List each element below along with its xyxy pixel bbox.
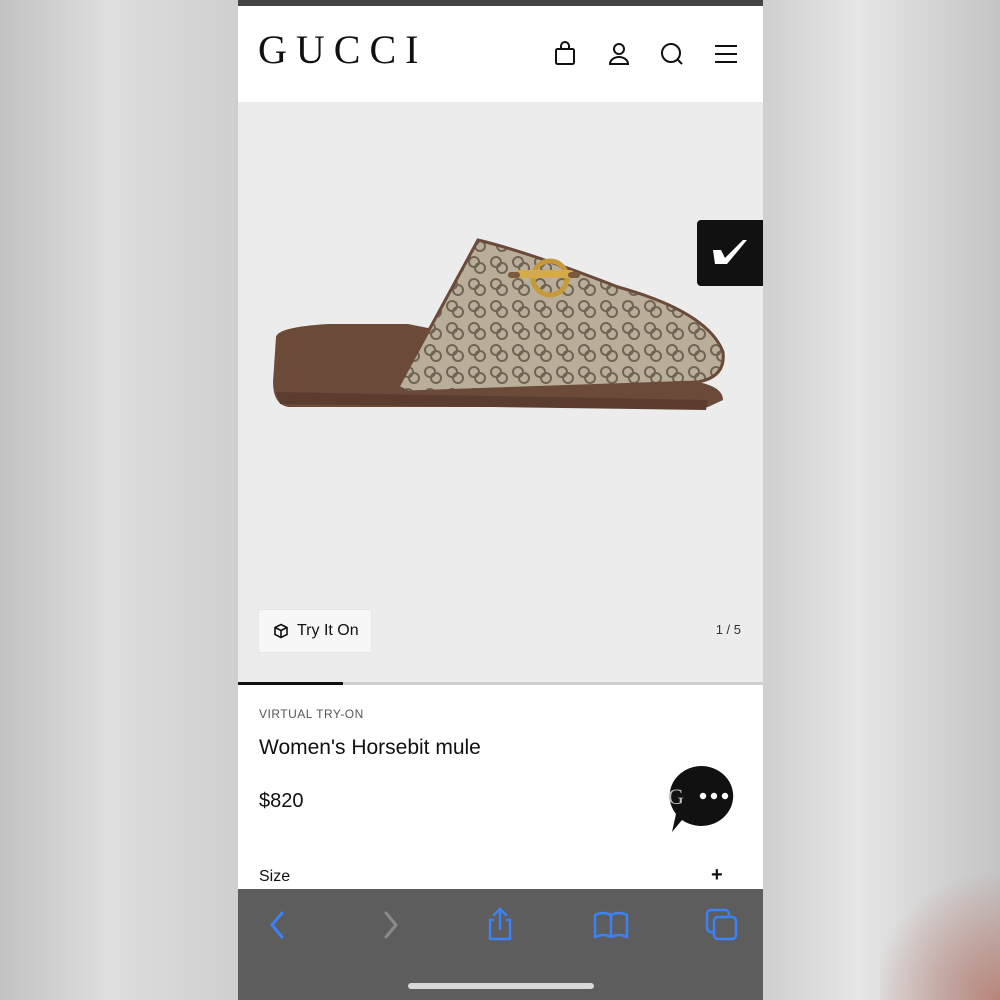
search-icon[interactable] — [658, 40, 686, 68]
size-expand-icon[interactable]: + — [711, 864, 723, 887]
image-counter: 1 / 5 — [715, 622, 741, 637]
background-right — [763, 0, 1000, 1000]
menu-icon[interactable] — [712, 40, 740, 68]
size-label[interactable]: Size — [259, 868, 290, 886]
browser-toolbar — [238, 889, 763, 1000]
try-it-on-button[interactable]: Try It On — [259, 610, 371, 652]
share-icon[interactable] — [480, 905, 520, 945]
shopping-bag-icon[interactable] — [551, 40, 579, 68]
svg-text:G: G — [668, 784, 684, 809]
gucci-logo[interactable]: GUCCI — [258, 30, 427, 70]
brand-check-badge[interactable] — [697, 220, 763, 286]
product-image-gallery[interactable]: Try It On 1 / 5 — [238, 102, 763, 682]
home-indicator[interactable] — [408, 983, 594, 989]
background-left — [0, 0, 238, 1000]
back-icon[interactable] — [258, 905, 298, 945]
product-eyebrow: VIRTUAL TRY-ON — [259, 707, 364, 721]
bookmarks-icon[interactable] — [591, 905, 631, 945]
product-image-horsebit-mule — [268, 232, 738, 422]
site-header: GUCCI — [238, 6, 763, 102]
try-it-on-label: Try It On — [297, 622, 359, 639]
cube-icon — [273, 623, 289, 639]
account-icon[interactable] — [605, 40, 633, 68]
gallery-progress-fill — [238, 682, 343, 685]
product-title: Women's Horsebit mule — [259, 736, 481, 759]
phone-screen: GUCCI Try It On 1 / 5 VIRTUAL TRY-ON Wom… — [238, 0, 763, 1000]
tabs-icon[interactable] — [702, 905, 742, 945]
gallery-progress-bar — [238, 682, 763, 685]
product-price: $820 — [259, 790, 304, 812]
forward-icon[interactable] — [370, 905, 410, 945]
chat-button[interactable]: G — [666, 762, 738, 834]
